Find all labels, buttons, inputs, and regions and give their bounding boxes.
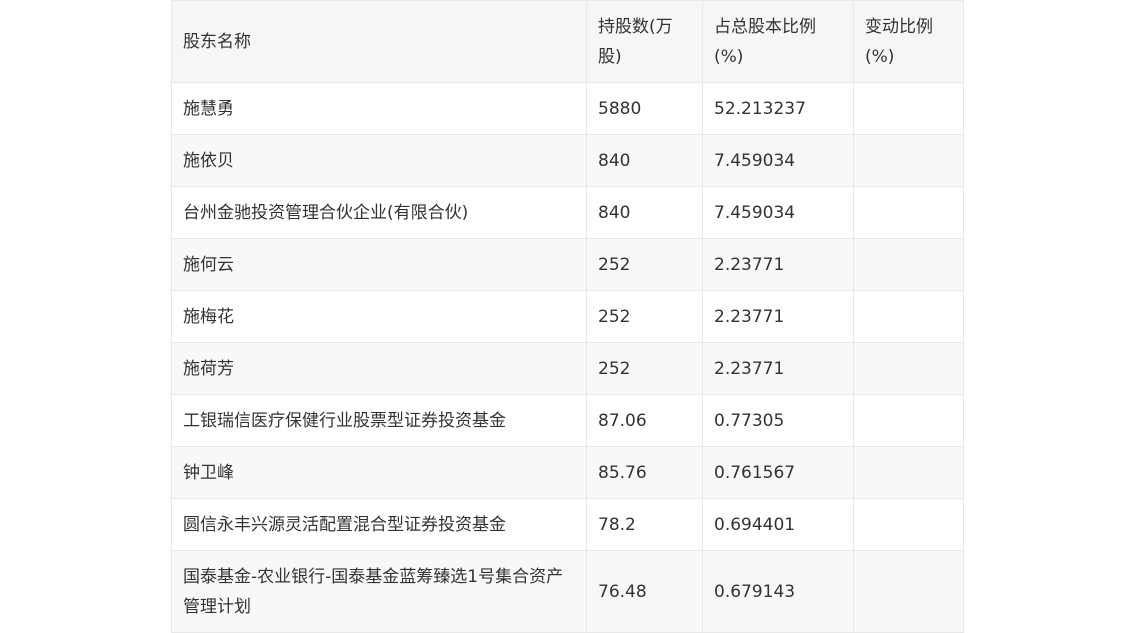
cell-change-ratio [853,186,964,239]
cell-change-ratio [853,498,964,551]
cell-shareholder-name: 施何云 [171,238,587,291]
shareholder-table: 股东名称 持股数(万股) 占总股本比例(%) 变动比例(%) 施慧勇 5880 … [171,0,964,633]
table-row: 国泰基金-农业银行-国泰基金蓝筹臻选1号集合资产管理计划 76.48 0.679… [171,550,964,633]
header-change-ratio: 变动比例(%) [853,0,964,83]
cell-share-ratio: 2.23771 [702,290,854,343]
cell-shares: 85.76 [586,446,703,499]
table-row: 圆信永丰兴源灵活配置混合型证券投资基金 78.2 0.694401 [171,498,964,551]
table-header: 股东名称 持股数(万股) 占总股本比例(%) 变动比例(%) [171,0,964,83]
cell-shares: 252 [586,238,703,291]
cell-shareholder-name: 工银瑞信医疗保健行业股票型证券投资基金 [171,394,587,447]
cell-shares: 840 [586,134,703,187]
cell-change-ratio [853,82,964,135]
cell-shares: 87.06 [586,394,703,447]
cell-share-ratio: 7.459034 [702,186,854,239]
cell-shareholder-name: 台州金驰投资管理合伙企业(有限合伙) [171,186,587,239]
header-shareholder-name: 股东名称 [171,0,587,83]
table-row: 钟卫峰 85.76 0.761567 [171,446,964,499]
shareholder-table-container: 股东名称 持股数(万股) 占总股本比例(%) 变动比例(%) 施慧勇 5880 … [171,0,964,633]
cell-shares: 78.2 [586,498,703,551]
cell-shares: 76.48 [586,550,703,633]
cell-share-ratio: 0.679143 [702,550,854,633]
cell-change-ratio [853,238,964,291]
cell-change-ratio [853,550,964,633]
cell-shareholder-name: 施慧勇 [171,82,587,135]
cell-change-ratio [853,394,964,447]
cell-shareholder-name: 钟卫峰 [171,446,587,499]
table-body: 施慧勇 5880 52.213237 施依贝 840 7.459034 台州金驰… [171,82,964,633]
cell-shareholder-name: 圆信永丰兴源灵活配置混合型证券投资基金 [171,498,587,551]
cell-share-ratio: 0.761567 [702,446,854,499]
cell-change-ratio [853,446,964,499]
cell-change-ratio [853,342,964,395]
cell-share-ratio: 0.694401 [702,498,854,551]
cell-share-ratio: 0.77305 [702,394,854,447]
cell-shares: 252 [586,290,703,343]
cell-change-ratio [853,134,964,187]
table-row: 施何云 252 2.23771 [171,238,964,291]
cell-shares: 840 [586,186,703,239]
cell-share-ratio: 2.23771 [702,342,854,395]
cell-shareholder-name: 施荷芳 [171,342,587,395]
cell-shares: 252 [586,342,703,395]
header-share-ratio: 占总股本比例(%) [702,0,854,83]
cell-shareholder-name: 国泰基金-农业银行-国泰基金蓝筹臻选1号集合资产管理计划 [171,550,587,633]
table-row: 施依贝 840 7.459034 [171,134,964,187]
cell-share-ratio: 2.23771 [702,238,854,291]
cell-change-ratio [853,290,964,343]
table-row: 施荷芳 252 2.23771 [171,342,964,395]
header-shares: 持股数(万股) [586,0,703,83]
table-row: 施慧勇 5880 52.213237 [171,82,964,135]
cell-shareholder-name: 施梅花 [171,290,587,343]
cell-shares: 5880 [586,82,703,135]
table-row: 台州金驰投资管理合伙企业(有限合伙) 840 7.459034 [171,186,964,239]
cell-share-ratio: 7.459034 [702,134,854,187]
header-row: 股东名称 持股数(万股) 占总股本比例(%) 变动比例(%) [171,0,964,83]
table-row: 工银瑞信医疗保健行业股票型证券投资基金 87.06 0.77305 [171,394,964,447]
cell-share-ratio: 52.213237 [702,82,854,135]
table-row: 施梅花 252 2.23771 [171,290,964,343]
cell-shareholder-name: 施依贝 [171,134,587,187]
